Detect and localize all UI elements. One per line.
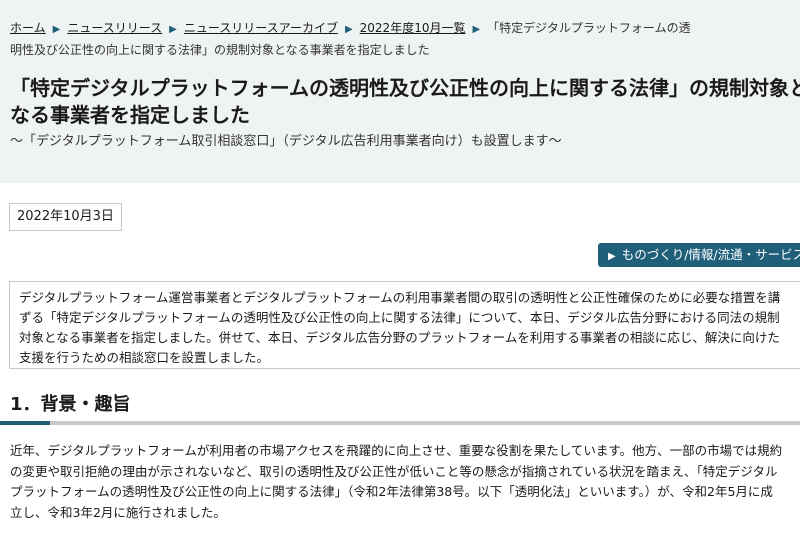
breadcrumb-arrow-icon: ▶ (52, 24, 61, 35)
section-body: 近年、デジタルプラットフォームが利用者の市場アクセスを飛躍的に向上させ、重要な役… (10, 441, 800, 523)
breadcrumb-month-list-link[interactable]: 2022年度10月一覧 (360, 21, 466, 35)
triangle-right-icon: ▶ (608, 251, 616, 262)
summary-box: デジタルプラットフォーム運営事業者とデジタルプラットフォームの利用事業者間の取引… (9, 281, 800, 369)
breadcrumb-arrow-icon: ▶ (472, 24, 481, 35)
body-line: プラットフォームの透明性及び公正性の向上に関する法律」（令和2年法律第38号。以… (10, 484, 773, 499)
breadcrumb-home-link[interactable]: ホーム (10, 21, 46, 35)
body-line: 近年、デジタルプラットフォームが利用者の市場アクセスを飛躍的に向上させ、重要な役… (10, 443, 783, 458)
breadcrumb-current-page-cont: 明性及び公正性の向上に関する法律」の規制対象となる事業者を指定しました (10, 43, 430, 57)
summary-line: 対象となる事業者を指定しました。併せて、本日、デジタル広告分野のプラットフォーム… (19, 330, 780, 345)
breadcrumb-archive-link[interactable]: ニュースリリースアーカイブ (184, 21, 338, 35)
breadcrumb-current-page: 「特定デジタルプラットフォームの透 (487, 21, 691, 35)
page-title-line-2: なる事業者を指定しました (10, 103, 250, 127)
summary-line: ずる「特定デジタルプラットフォームの透明性及び公正性の向上に関する法律」について… (19, 310, 780, 325)
page-header: ホーム ▶ ニュースリリース ▶ ニュースリリースアーカイブ ▶ 2022年度10月一覧 ▶ 「… (0, 0, 800, 183)
breadcrumb-news-release-link[interactable]: ニュースリリース (67, 21, 162, 35)
section-heading-rule (0, 421, 800, 425)
breadcrumb-arrow-icon: ▶ (344, 24, 353, 35)
section-heading-rule-accent (0, 421, 50, 425)
breadcrumb: ホーム ▶ ニュースリリース ▶ ニュースリリースアーカイブ ▶ 2022年度10月一覧 ▶ 「… (10, 18, 790, 60)
body-line: 立し、令和3年2月に施行されました。 (10, 504, 226, 520)
breadcrumb-arrow-icon: ▶ (169, 24, 177, 35)
summary-line: 支援を行うための相談窓口を設置しました。 (19, 350, 270, 365)
release-date: 2022年10月3日 (9, 203, 122, 231)
body-line: の変更や取引拒絶の理由が示されないなど、取引の透明性及び公正性が低いこと等の懸念… (10, 463, 778, 479)
summary-line: デジタルプラットフォーム運営事業者とデジタルプラットフォームの利用事業者間の取引… (19, 290, 781, 305)
page-subtitle: 〜「デジタルプラットフォーム取引相談窓口」（デジタル広告利用事業者向け）も設置し… (10, 134, 562, 149)
section-heading-background: 1．背景・趣旨 (10, 394, 131, 415)
page-title-line-1: 「特定デジタルプラットフォームの透明性及び公正性の向上に関する法律」の規制対象と (10, 76, 800, 100)
page-title: 「特定デジタルプラットフォームの透明性及び公正性の向上に関する法律」の規制対象と… (10, 75, 800, 129)
category-tag-label: ものづくり/情報/流通・サービス (621, 247, 800, 262)
category-tag-button[interactable]: ▶ ものづくり/情報/流通・サービス (598, 243, 800, 267)
